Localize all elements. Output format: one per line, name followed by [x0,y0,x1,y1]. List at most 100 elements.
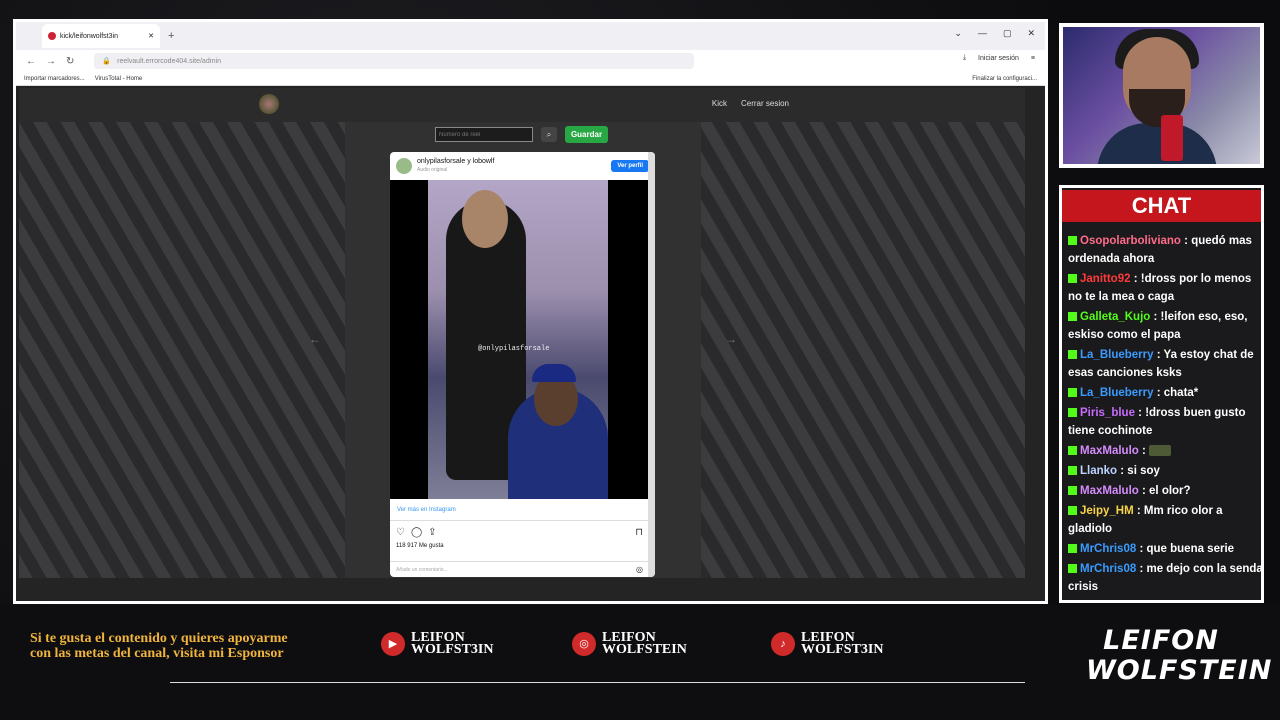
comment-icon[interactable]: ◯ [411,527,422,538]
reload-icon[interactable]: ↻ [66,56,74,67]
nav-kick[interactable]: Kick [712,99,727,108]
chat-username[interactable]: Llanko [1080,465,1117,477]
webcam-frame [1059,23,1264,168]
youtube-icon: ▶ [381,632,405,656]
kick-badge-icon [1068,544,1077,554]
social-tiktok-line2: WOLFST3IN [801,642,884,657]
new-tab-button[interactable]: + [168,30,174,42]
chat-message: Osopolarboliviano : quedó mas ordenada a… [1068,232,1261,268]
kick-badge-icon [1068,388,1077,398]
browser-tab[interactable]: kick/leifonwolfst3in ✕ [42,24,160,48]
chat-panel: CHAT Osopolarboliviano : quedó mas orden… [1059,185,1264,603]
forward-icon[interactable]: → [46,56,56,67]
instagram-icon: ◎ [572,632,596,656]
kick-badge-icon [1068,446,1077,456]
kick-badge-icon [1068,350,1077,360]
bookmark-setup[interactable]: Finalizar la configuraci... [972,76,1037,82]
reel-number-input[interactable] [435,127,533,142]
tab-favicon-icon [48,32,56,40]
chat-username[interactable]: MaxMalulo [1080,485,1139,497]
chat-username[interactable]: Osopolarboliviano [1080,235,1181,247]
embed-header: onlypilasforsale y lobowlf Audio origina… [390,152,655,180]
social-tiktok: ♪ LEIFON WOLFST3IN [771,631,884,657]
download-icon[interactable]: ⤓ [963,54,966,62]
bookmark-import[interactable]: Importar marcadores... [24,76,85,82]
social-youtube-line2: WOLFST3IN [411,642,494,657]
heart-icon[interactable]: ♡ [396,527,405,538]
social-youtube: ▶ LEIFON WOLFST3IN [381,631,494,657]
video-frame: @onlypilasforsale [428,180,608,499]
kick-badge-icon [1068,506,1077,516]
chat-username[interactable]: La_Blueberry [1080,387,1154,399]
view-profile-button[interactable]: Ver perfil [611,160,649,172]
embed-scrollbar[interactable] [648,152,655,577]
video-watermark: @onlypilasforsale [478,345,550,353]
kick-badge-icon [1068,408,1077,418]
reel-video[interactable]: @onlypilasforsale [390,180,655,499]
account-name[interactable]: onlypilasforsale y lobowlf [417,158,606,166]
chat-message: MaxMalulo : el olor? [1068,482,1261,500]
social-instagram-name: LEIFON WOLFSTEIN [602,631,687,657]
chat-message: Jeipy_HM : Mm rico olor a gladiolo [1068,502,1261,538]
address-bar[interactable]: 🔒 reelvault.errorcode404.site/admin [94,53,695,69]
chat-text: si soy [1127,465,1160,477]
save-button[interactable]: Guardar [565,126,608,143]
nav-logout[interactable]: Cerrar sesion [741,99,789,108]
tab-bar: kick/leifonwolfst3in ✕ + ⌄ — ▢ ✕ [16,22,1045,50]
chat-username[interactable]: Piris_blue [1080,407,1135,419]
menu-icon[interactable]: ≡ [1031,55,1035,62]
next-arrow-icon[interactable]: → [725,332,737,346]
embed-account: onlypilasforsale y lobowlf Audio origina… [417,158,606,174]
tiktok-icon: ♪ [771,632,795,656]
reel-search-row: ⌕ Guardar [435,126,608,143]
view-more-link[interactable]: Ver más en Instagram [390,499,655,521]
chat-message: Llanko : si soy [1068,462,1261,480]
back-icon[interactable]: ← [26,56,36,67]
chat-message: MrChris08 : me dejo con la senda crisis [1068,560,1261,596]
bookmarks-bar: Importar marcadores... VirusTotal - Home… [16,72,1045,86]
sponsor-text: Si te gusta el contenido y quieres apoya… [30,631,288,661]
site-logo[interactable] [259,94,279,114]
chat-username[interactable]: Jeipy_HM [1080,505,1134,517]
search-icon[interactable]: ⌕ [541,127,557,142]
chat-username[interactable]: MrChris08 [1080,563,1136,575]
social-instagram: ◎ LEIFON WOLFSTEIN [572,631,687,657]
close-window-icon[interactable]: ✕ [1027,28,1035,39]
share-icon[interactable]: ⇪ [428,527,436,538]
bookmark-virustotal[interactable]: VirusTotal - Home [95,76,143,82]
browser-window: kick/leifonwolfst3in ✕ + ⌄ — ▢ ✕ ← → ↻ 🔒… [16,22,1045,601]
close-tab-icon[interactable]: ✕ [148,32,154,40]
embed-actions: ♡ ◯ ⇪ ⊓ [390,521,655,543]
chat-title: CHAT [1131,193,1192,218]
lock-icon: 🔒 [102,58,112,65]
maximize-icon[interactable]: ▢ [1003,28,1012,39]
prev-arrow-icon[interactable]: ← [309,332,321,346]
instagram-embed: onlypilasforsale y lobowlf Audio origina… [390,152,655,577]
chat-separator: : [1180,235,1192,247]
webcam-feed [1063,27,1260,164]
comment-field[interactable]: Añade un comentario... ◎ [390,561,655,577]
instagram-icon[interactable]: ◎ [636,565,643,574]
chat-message: Galleta_Kujo : !leifon eso, eso, eskiso … [1068,308,1261,344]
social-tiktok-name: LEIFON WOLFST3IN [801,631,884,657]
chat-separator: : [1153,349,1164,361]
minimize-icon[interactable]: — [978,28,987,39]
kick-badge-icon [1068,564,1077,574]
chat-username[interactable]: Galleta_Kujo [1080,311,1150,323]
chat-separator: : [1136,563,1147,575]
signin-button[interactable]: Iniciar sesión [978,55,1019,62]
bookmark-icon[interactable]: ⊓ [635,527,643,538]
browser-capture-frame: kick/leifonwolfst3in ✕ + ⌄ — ▢ ✕ ← → ↻ 🔒… [13,19,1048,604]
likes-count: 118 917 Me gusta [396,543,444,549]
tab-list-icon[interactable]: ⌄ [954,28,962,39]
chat-messages: Osopolarboliviano : quedó mas ordenada a… [1068,232,1261,598]
chat-username[interactable]: MaxMalulo [1080,445,1139,457]
avatar[interactable] [396,158,412,174]
video-cap [532,364,576,382]
chat-separator: : [1130,273,1141,285]
nav-bar: ← → ↻ 🔒 reelvault.errorcode404.site/admi… [16,50,1045,72]
chat-username[interactable]: MrChris08 [1080,543,1136,555]
kick-badge-icon [1068,312,1077,322]
chat-username[interactable]: Janitto92 [1080,273,1131,285]
chat-username[interactable]: La_Blueberry [1080,349,1154,361]
